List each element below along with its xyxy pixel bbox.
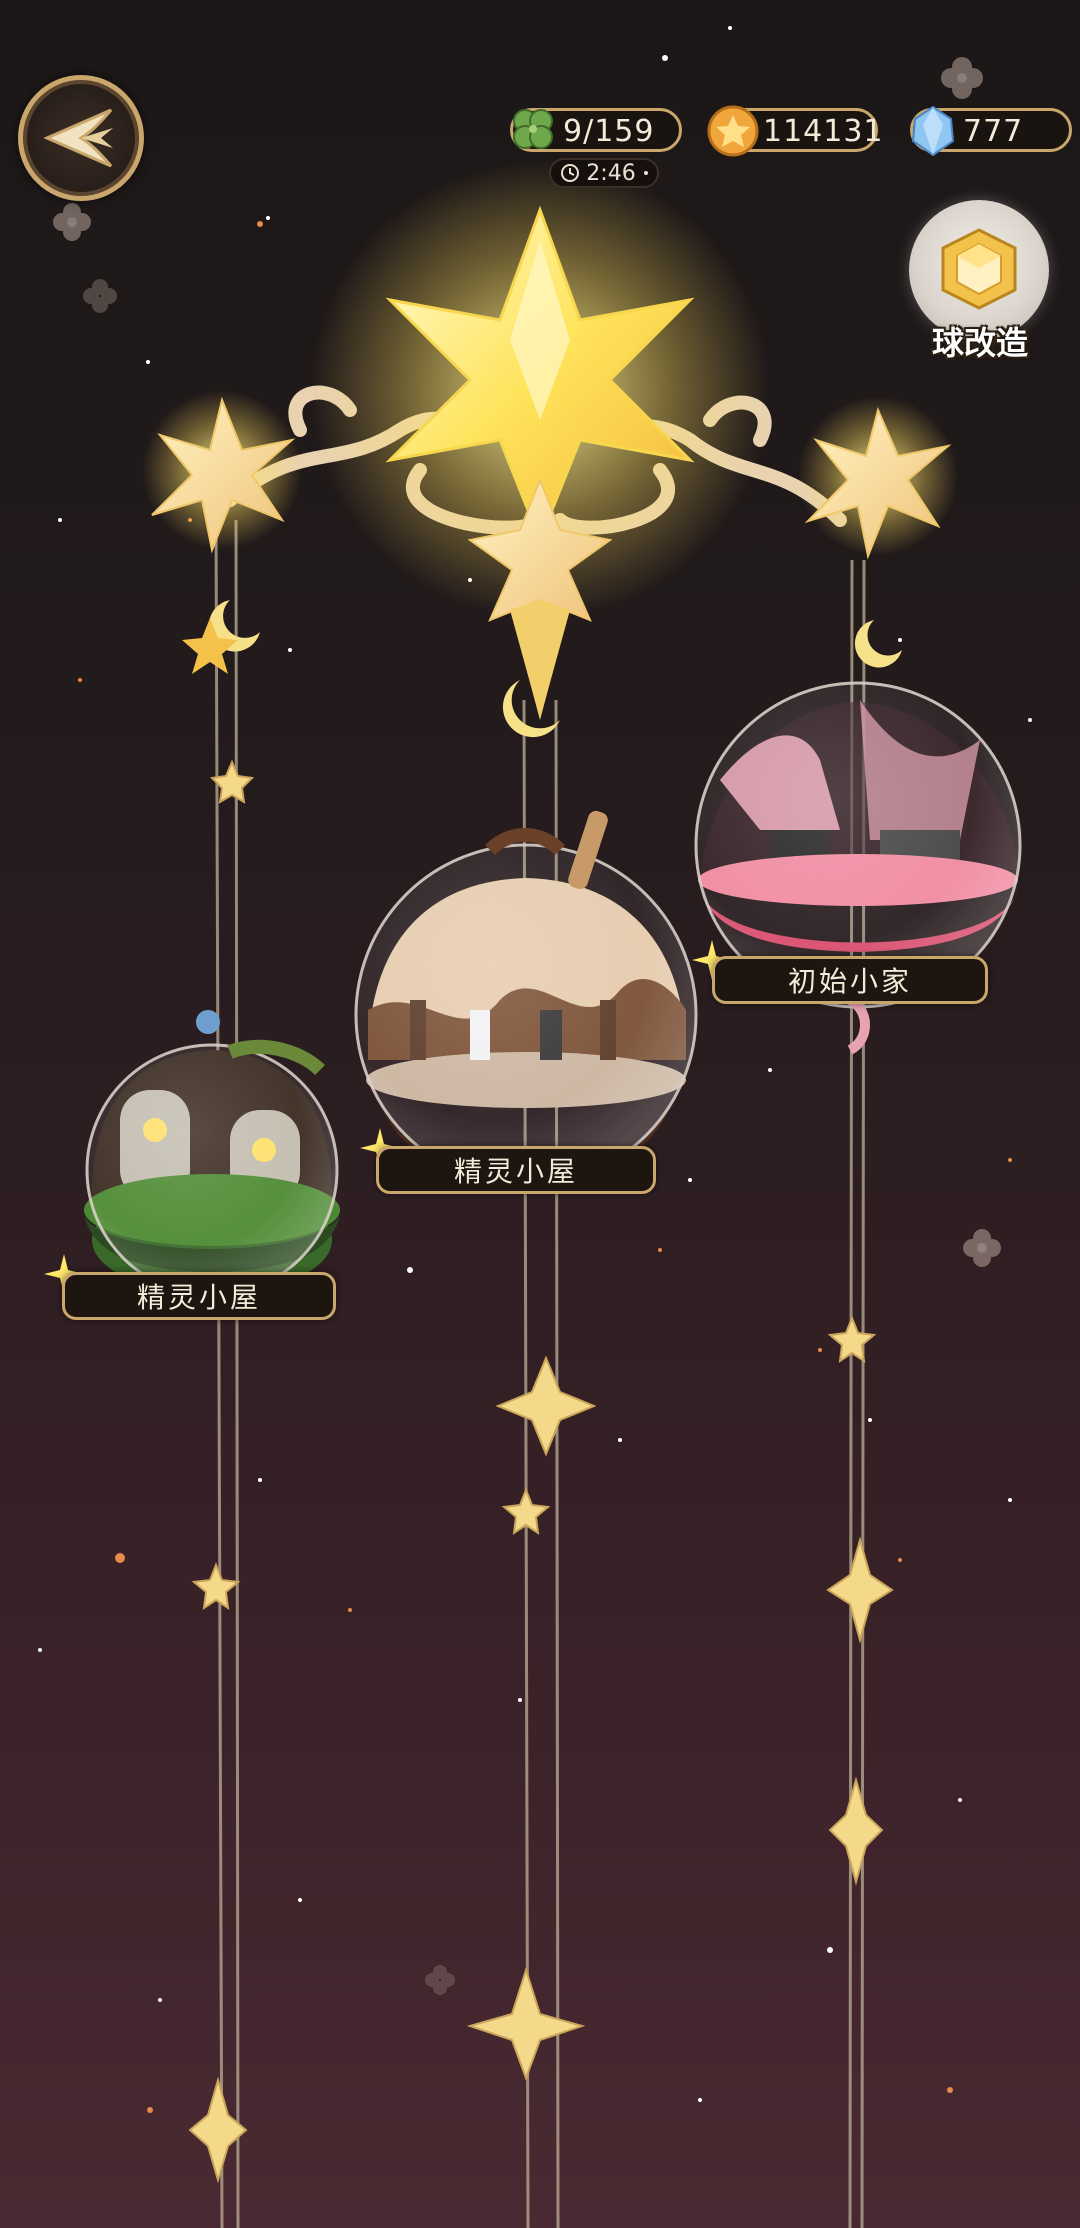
regen-timer: 2:46 (549, 158, 659, 188)
crystal-icon (911, 105, 955, 157)
house-label-chocolate[interactable]: 精灵小屋 (376, 1146, 656, 1194)
gem-value: 777 (963, 114, 1024, 149)
chandelier-right-star (798, 396, 958, 560)
moon-star-charm-left (182, 618, 238, 674)
timer-dot (643, 171, 648, 175)
clover-counter[interactable]: 9/159 (510, 108, 682, 152)
clock-icon (561, 164, 580, 182)
coin-value: 114131 (763, 114, 884, 149)
globe-rebuild-label: 球改造 (931, 324, 1028, 362)
timer-value: 2:46 (586, 160, 636, 186)
cube-icon (941, 228, 1017, 310)
globe-chocolate-house[interactable] (354, 809, 698, 1187)
clover-icon (513, 109, 553, 149)
star-coin-icon (707, 105, 759, 157)
back-button[interactable] (18, 75, 144, 201)
gem-counter[interactable]: 777 (910, 105, 1072, 157)
coin-counter[interactable]: 114131 (707, 105, 883, 157)
house-label-pink[interactable]: 初始小家 (712, 956, 988, 1004)
back-arrow-icon (43, 108, 113, 168)
chandelier-left-star (142, 390, 302, 554)
globe-garden-house[interactable] (84, 1010, 340, 1297)
house-label-garden[interactable]: 精灵小屋 (62, 1272, 336, 1320)
clover-value: 9/159 (563, 114, 655, 149)
